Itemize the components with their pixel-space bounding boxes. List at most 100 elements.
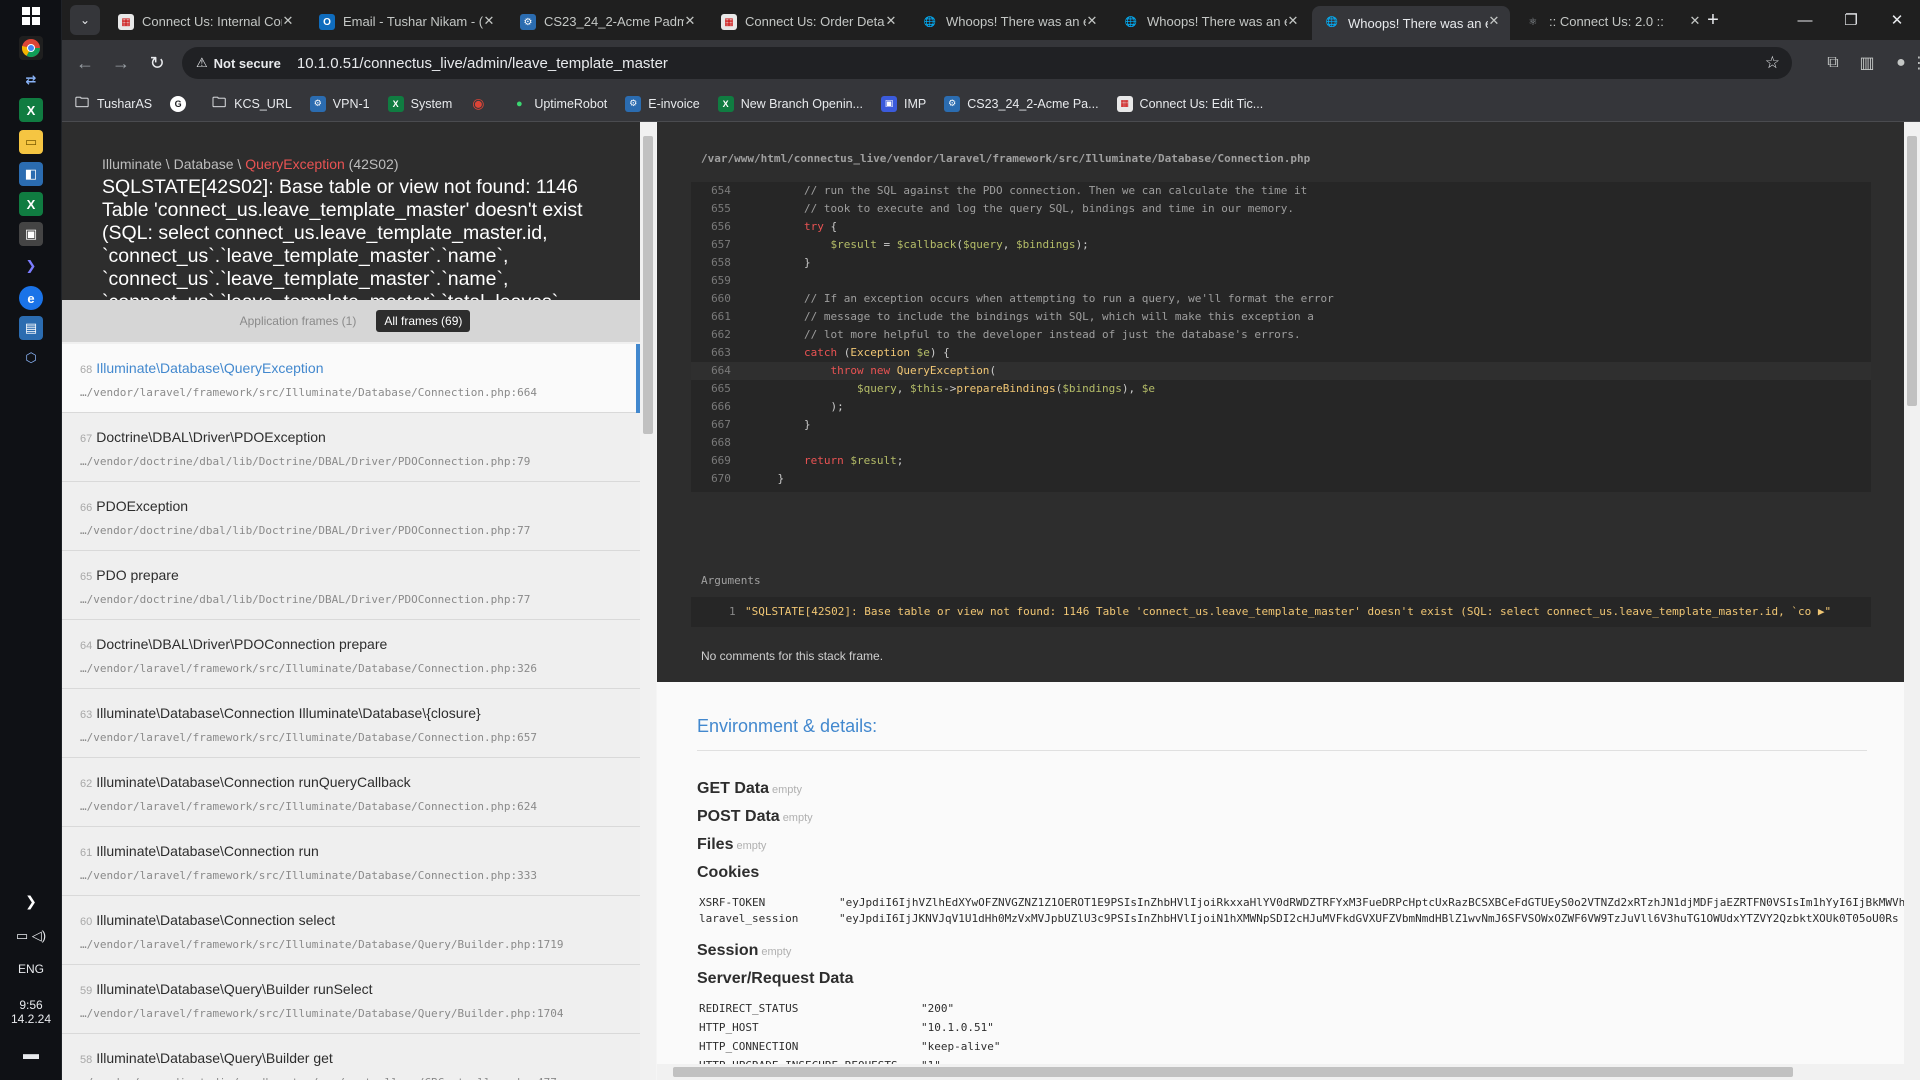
reload-button[interactable]: ↻ bbox=[142, 48, 172, 78]
code-line: 655 // took to execute and log the query… bbox=[691, 200, 1871, 218]
application-frames-filter[interactable]: Application frames (1) bbox=[232, 310, 365, 332]
stack-frame[interactable]: 61 Illuminate\Database\Connection run …/ve… bbox=[62, 827, 640, 896]
tab-1[interactable]: O Email - Tushar Nikam - (✕ bbox=[307, 6, 505, 36]
scrollbar-thumb[interactable] bbox=[643, 136, 653, 434]
clock-date[interactable]: 14.2.24 bbox=[0, 1012, 62, 1026]
minimize-button[interactable]: — bbox=[1782, 0, 1828, 40]
bookmark-star-icon[interactable]: ☆ bbox=[1765, 53, 1780, 73]
exception-name: QueryException bbox=[245, 156, 345, 172]
restore-button[interactable]: ❐ bbox=[1828, 0, 1874, 40]
network-volume-icon[interactable]: ▭ ◁) bbox=[0, 928, 62, 944]
scrollbar-thumb[interactable] bbox=[673, 1067, 1793, 1077]
extensions-icon[interactable]: ⧉ bbox=[1820, 50, 1846, 76]
code-line: 663 catch (Exception $e) { bbox=[691, 344, 1871, 362]
tab-5[interactable]: 🌐 Whoops! There was an e ✕ bbox=[1111, 6, 1309, 36]
menu-kebab-icon[interactable]: ⋮ bbox=[1911, 50, 1920, 76]
side-panel-icon[interactable]: ▥ bbox=[1854, 50, 1880, 76]
stack-frame[interactable]: 58Illuminate\Database\Query\Builder get …… bbox=[62, 1034, 640, 1080]
windows-logo-icon[interactable] bbox=[19, 4, 43, 28]
bookmark-10[interactable]: ⚙ CS23_24_2-Acme Pa... bbox=[944, 95, 1099, 112]
code-line: 661 // message to include the bindings w… bbox=[691, 308, 1871, 326]
tab-search-button[interactable]: ⌄ bbox=[70, 5, 100, 35]
close-tab-icon[interactable]: ✕ bbox=[481, 13, 497, 29]
tab-3[interactable]: ▦ Connect Us: Order Detai ✕ bbox=[709, 6, 907, 36]
all-frames-filter[interactable]: All frames (69) bbox=[376, 310, 471, 332]
horizontal-scrollbar[interactable] bbox=[657, 1064, 1904, 1080]
photos-icon[interactable]: ▣ bbox=[19, 222, 43, 246]
close-tab-icon[interactable]: ✕ bbox=[883, 13, 899, 29]
notification-icon[interactable]: ▬ bbox=[0, 1046, 62, 1064]
stack-frame[interactable]: 68 Illuminate\Database\QueryException …/ve… bbox=[62, 344, 640, 413]
bookmark-0[interactable]: 🗀 TusharAS bbox=[74, 94, 152, 112]
bookmark-6[interactable]: ● UptimeRobot bbox=[511, 96, 607, 112]
frame-number: 67 bbox=[80, 433, 93, 445]
new-tab-button[interactable]: + bbox=[1698, 5, 1728, 35]
chrome-icon[interactable] bbox=[19, 36, 43, 60]
stack-frame[interactable]: 65 PDO prepare …/vendor/doctrine/dbal/lib/… bbox=[62, 551, 640, 620]
security-chip[interactable]: ⚠ Not secure bbox=[188, 51, 291, 75]
bookmark-11[interactable]: ▦ Connect Us: Edit Tic... bbox=[1116, 95, 1264, 112]
forward-button[interactable]: → bbox=[106, 48, 136, 78]
package-icon[interactable]: ⬡ bbox=[19, 346, 43, 370]
close-tab-icon[interactable]: ✕ bbox=[1084, 13, 1100, 29]
edge-icon[interactable]: e bbox=[19, 286, 43, 310]
stack-frame[interactable]: 66 PDOException …/vendor/doctrine/dbal/lib… bbox=[62, 482, 640, 551]
code-line: 669 return $result; bbox=[691, 452, 1871, 470]
stack-frame[interactable]: 64 Doctrine\DBAL\Driver\PDOConnection pre… bbox=[62, 620, 640, 689]
remote-desktop-icon[interactable]: ▤ bbox=[19, 316, 43, 340]
bookmark-7[interactable]: ⚙ E-invoice bbox=[625, 95, 700, 112]
bookmark-4[interactable]: X System bbox=[387, 95, 452, 112]
line-number: 659 bbox=[711, 274, 731, 287]
address-bar[interactable]: ⚠ Not secure 10.1.0.51/connectus_live/ad… bbox=[182, 47, 1792, 79]
excel-icon[interactable]: X bbox=[19, 192, 43, 216]
globe-icon: 🌐 bbox=[1325, 16, 1339, 28]
back-button[interactable]: ← bbox=[70, 48, 100, 78]
excel-icon[interactable]: X bbox=[19, 98, 43, 122]
tab-2[interactable]: ⚙ CS23_24_2-Acme Padm ✕ bbox=[508, 6, 706, 36]
close-tab-icon[interactable]: ✕ bbox=[1285, 13, 1301, 29]
close-tab-icon[interactable]: ✕ bbox=[682, 13, 698, 29]
chevron-right-icon[interactable]: ❯ bbox=[0, 893, 62, 910]
frame-number: 59 bbox=[80, 985, 93, 997]
vscode-icon[interactable]: ❯ bbox=[19, 254, 43, 278]
language-indicator[interactable]: ENG bbox=[0, 962, 62, 976]
stack-frame[interactable]: 63 Illuminate\Database\Connection Illumin… bbox=[62, 689, 640, 758]
bookmark-8[interactable]: X New Branch Openin... bbox=[717, 95, 863, 112]
tab-title: Whoops! There was an e bbox=[1348, 15, 1488, 31]
outlook-icon: O bbox=[319, 14, 335, 30]
close-tab-icon[interactable]: ✕ bbox=[280, 13, 296, 29]
stack-frame[interactable]: 67 Doctrine\DBAL\Driver\PDOException …/ven… bbox=[62, 413, 640, 482]
tab-4[interactable]: 🌐 Whoops! There was an e ✕ bbox=[910, 6, 1108, 36]
tab-6[interactable]: 🌐 Whoops! There was an e ✕ bbox=[1312, 6, 1510, 40]
bookmark-3[interactable]: ⚙ VPN-1 bbox=[309, 95, 370, 112]
app-icon[interactable]: ◧ bbox=[19, 162, 43, 186]
line-number: 671 bbox=[691, 488, 751, 492]
network-icon[interactable]: ⇄ bbox=[19, 68, 43, 92]
line-code: try { bbox=[803, 220, 838, 233]
frames-scrollbar[interactable] bbox=[640, 122, 656, 1080]
url-text[interactable]: 10.1.0.51/connectus_live/admin/leave_tem… bbox=[297, 55, 668, 72]
arguments-value[interactable]: 1 "SQLSTATE[42S02]: Base table or view no… bbox=[691, 597, 1871, 627]
close-tab-icon[interactable]: ✕ bbox=[1486, 13, 1502, 29]
line-code: // run the SQL against the PDO connectio… bbox=[803, 184, 1308, 197]
bookmark-1[interactable]: G bbox=[170, 95, 193, 112]
close-window-button[interactable]: ✕ bbox=[1874, 0, 1920, 40]
file-explorer-icon[interactable]: ▭ bbox=[19, 130, 43, 154]
tab-0[interactable]: ▦ Connect Us: Internal Cor ✕ bbox=[106, 6, 304, 36]
clock-time[interactable]: 9:56 bbox=[0, 998, 62, 1012]
frame-file: …/vendor/laravel/framework/src/Illuminat… bbox=[80, 869, 537, 882]
bookmark-5[interactable]: ◉ bbox=[470, 95, 493, 112]
stack-frame[interactable]: 62 Illuminate\Database\Connection runQuer… bbox=[62, 758, 640, 827]
tab-7[interactable]: ⚛:: Connect Us: 2.0 :: ✕ bbox=[1513, 6, 1711, 36]
bookmark-9[interactable]: ▣ IMP bbox=[880, 95, 926, 112]
page-scrollbar[interactable] bbox=[1904, 122, 1920, 1080]
bookmark-2[interactable]: 🗀 KCS_URL bbox=[211, 94, 292, 112]
bookmark-label: Connect Us: Edit Tic... bbox=[1139, 96, 1264, 111]
stack-frame[interactable]: 59 Illuminate\Database\Query\Builder runS… bbox=[62, 965, 640, 1034]
post-data-section: POST Data empty bbox=[697, 808, 813, 826]
scrollbar-thumb[interactable] bbox=[1907, 136, 1917, 406]
stack-frame[interactable]: 60 Illuminate\Database\Connection select …… bbox=[62, 896, 640, 965]
gs-icon: G bbox=[170, 95, 187, 112]
session-title: Session bbox=[697, 942, 759, 959]
line-number: 669 bbox=[711, 454, 731, 467]
